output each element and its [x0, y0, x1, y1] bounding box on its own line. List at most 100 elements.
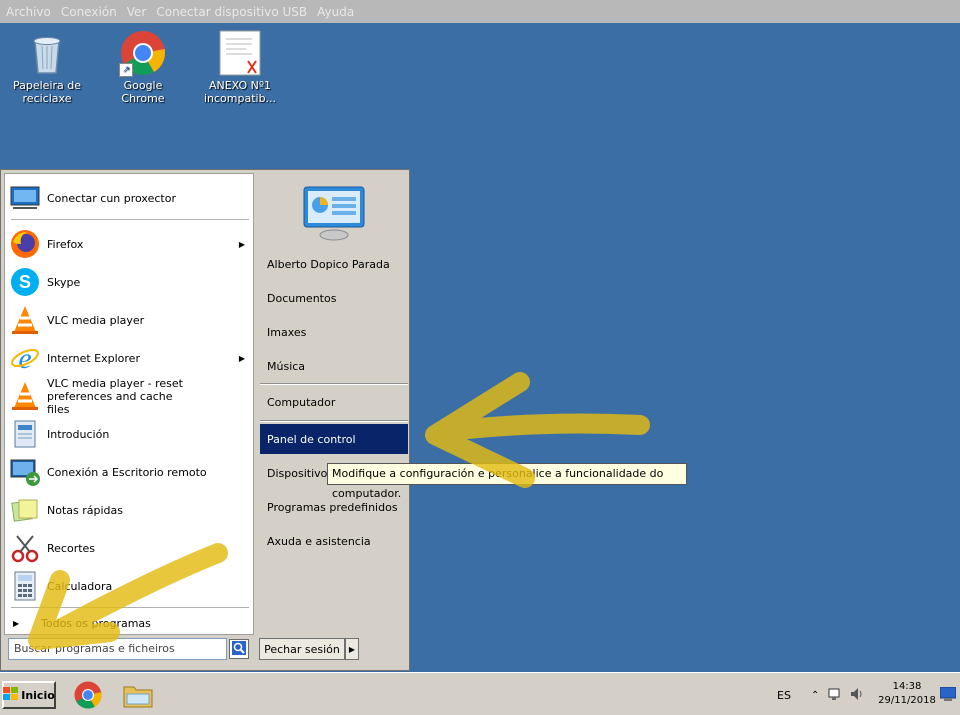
chrome-icon [70, 681, 106, 715]
getting-started-icon [9, 418, 41, 450]
start-item-label: Internet Explorer [47, 351, 140, 365]
all-programs-label: Todos os programas [41, 616, 151, 630]
explorer-folder-icon [120, 686, 156, 715]
start-menu: Conectar cun proxector Firefox ▶ S Skype… [0, 169, 410, 671]
chevron-right-icon: ▶ [348, 644, 356, 654]
logoff-options-button[interactable]: ▶ [345, 638, 359, 660]
start-item-label: VLC media player - reset preferences and… [47, 376, 183, 416]
start-item-label: Recortes [47, 541, 96, 555]
places-label: Panel de control [267, 432, 356, 446]
start-item-skype[interactable]: S Skype [9, 264, 249, 300]
desktop-icon-chrome[interactable]: ↗ Google Chrome [103, 29, 183, 105]
places-music[interactable]: Música [260, 351, 408, 381]
firefox-icon [9, 228, 41, 260]
start-item-label: Conectar cun proxector [47, 191, 176, 205]
menu-usb[interactable]: Conectar dispositivo USB [156, 5, 307, 19]
places-control-panel[interactable]: Panel de control [260, 424, 408, 454]
start-search-input[interactable]: Buscar programas e ficheiros [8, 638, 227, 660]
places-pictures[interactable]: Imaxes [260, 317, 408, 347]
start-item-vlc[interactable]: VLC media player [9, 302, 249, 338]
places-label: Alberto Dopico Parada [267, 257, 390, 271]
start-menu-places: Alberto Dopico Parada Documentos Imaxes … [257, 173, 408, 635]
language-indicator[interactable]: ES [777, 689, 791, 702]
control-panel-user-picture [302, 185, 366, 241]
system-tray: ES ⌃ 14:38 29/11/2018 [770, 677, 958, 713]
internet-explorer-icon: e [9, 342, 41, 375]
start-item-label: VLC media player [47, 313, 145, 327]
clock-time: 14:38 [892, 681, 922, 692]
taskbar-explorer[interactable] [120, 677, 156, 713]
taskbar: Inicio ES ⌃ 14:38 29/11/2018 [0, 672, 960, 715]
projector-icon [9, 182, 41, 214]
clock[interactable]: 14:38 29/11/2018 [872, 680, 942, 708]
menu-ver[interactable]: Ver [127, 5, 147, 19]
skype-icon: S [9, 266, 41, 298]
start-item-label: Skype [47, 275, 81, 289]
places-label: Documentos [267, 291, 337, 305]
windows-logo-icon [3, 686, 19, 704]
start-item-projector[interactable]: Conectar cun proxector [9, 180, 249, 216]
calculator-icon [9, 570, 41, 602]
desktop-icon-label: Papeleira de reciclaxe [12, 79, 82, 105]
places-label: Música [267, 359, 306, 373]
svg-text:S: S [19, 272, 31, 292]
start-item-firefox[interactable]: Firefox ▶ [9, 226, 249, 262]
start-item-sticky-notes[interactable]: Notas rápidas [9, 492, 249, 528]
menu-conexion[interactable]: Conexión [61, 5, 117, 19]
snipping-tool-icon [9, 532, 41, 564]
pdf-document-icon [216, 29, 264, 77]
viewer-menu-bar: Archivo Conexión Ver Conectar dispositiv… [0, 0, 960, 23]
search-button[interactable] [229, 639, 249, 659]
show-desktop-icon[interactable] [939, 686, 957, 704]
places-label: Imaxes [267, 325, 307, 339]
places-label: Axuda e asistencia [267, 534, 371, 548]
volume-icon[interactable] [849, 686, 865, 705]
places-documents[interactable]: Documentos [260, 283, 408, 313]
separator [260, 420, 408, 422]
start-item-internet-explorer[interactable]: e Internet Explorer ▶ [9, 340, 249, 376]
svg-text:e: e [18, 342, 31, 374]
menu-archivo[interactable]: Archivo [6, 5, 51, 19]
start-item-calculator[interactable]: Calculadora [9, 568, 249, 604]
places-label: Computador [267, 395, 336, 409]
menu-ayuda[interactable]: Ayuda [317, 5, 354, 19]
separator [11, 607, 249, 609]
vlc-icon [9, 380, 41, 412]
vlc-icon [9, 304, 41, 336]
start-item-label: Firefox [47, 237, 84, 251]
all-programs-arrow-icon: ▶ [13, 618, 20, 628]
start-item-label: Introdución [47, 427, 110, 441]
start-menu-programs: Conectar cun proxector Firefox ▶ S Skype… [4, 173, 254, 635]
submenu-arrow-icon: ▶ [238, 353, 245, 363]
clock-date: 29/11/2018 [878, 695, 936, 706]
desktop-icon-recycle-bin[interactable]: Papeleira de reciclaxe [7, 29, 87, 105]
desktop-icon-pdf[interactable]: ANEXO Nº1 incompatib... [200, 29, 280, 105]
start-item-snipping-tool[interactable]: Recortes [9, 530, 249, 566]
places-label: Dispositivos [267, 466, 334, 480]
search-icon [232, 640, 246, 658]
start-item-label: Notas rápidas [47, 503, 123, 517]
sticky-notes-icon [9, 494, 41, 526]
places-computer[interactable]: Computador [260, 387, 408, 417]
taskbar-chrome[interactable] [70, 677, 106, 713]
submenu-arrow-icon: ▶ [238, 239, 245, 249]
recycle-bin-icon [23, 29, 71, 77]
start-button[interactable]: Inicio [2, 681, 56, 709]
all-programs-button[interactable]: ▶ Todos os programas [9, 612, 249, 634]
network-icon[interactable] [827, 686, 843, 705]
show-hidden-icons-icon[interactable]: ⌃ [811, 690, 819, 701]
start-item-label: Conexión a Escritorio remoto [47, 465, 207, 479]
separator [260, 383, 408, 385]
places-user-folder[interactable]: Alberto Dopico Parada [260, 249, 408, 279]
remote-desktop-icon [9, 456, 41, 488]
separator [11, 219, 249, 221]
chrome-icon: ↗ [119, 29, 167, 77]
control-panel-tooltip: Modifique a configuración e personalice … [327, 463, 687, 500]
desktop-icon-label: ANEXO Nº1 incompatib... [203, 79, 277, 105]
start-item-remote-desktop[interactable]: Conexión a Escritorio remoto [9, 454, 249, 490]
start-item-vlc-reset[interactable]: VLC media player - reset preferences and… [9, 376, 249, 416]
logoff-button[interactable]: Pechar sesión [259, 638, 345, 660]
places-help[interactable]: Axuda e asistencia [260, 526, 408, 556]
start-item-getting-started[interactable]: Introdución [9, 416, 249, 452]
start-button-label: Inicio [21, 688, 55, 702]
